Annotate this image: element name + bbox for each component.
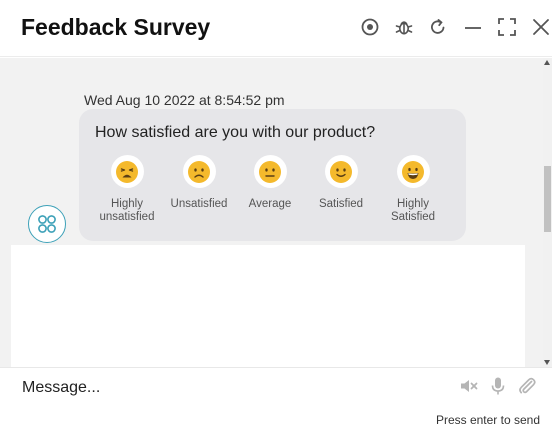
rating-label: Average	[248, 198, 292, 210]
message-composer: Press enter to send	[0, 367, 552, 434]
rating-option-highly-satisfied[interactable]: Highly Satisfied	[377, 155, 449, 224]
bug-icon[interactable]	[394, 17, 414, 37]
microphone-icon[interactable]	[488, 376, 508, 396]
chat-scrollbar[interactable]	[543, 58, 552, 367]
scroll-down-arrow-icon[interactable]	[544, 360, 550, 365]
survey-bubble: How satisfied are you with our product? …	[79, 109, 466, 241]
rating-options: Highly unsatisfied Unsatisfied Average S…	[91, 155, 456, 235]
refresh-icon[interactable]	[428, 17, 448, 37]
neutral-face-icon	[253, 155, 287, 188]
message-input[interactable]	[22, 375, 442, 401]
window-header: Feedback Survey	[0, 0, 552, 57]
window-title: Feedback Survey	[21, 14, 211, 40]
tired-face-icon	[110, 155, 144, 188]
message-area-blank	[11, 245, 525, 367]
bot-avatar-icon	[28, 205, 66, 243]
scroll-thumb[interactable]	[544, 166, 551, 232]
record-icon[interactable]	[360, 17, 380, 37]
rating-option-average[interactable]: Average	[234, 155, 306, 211]
send-hint: Press enter to send	[435, 413, 540, 427]
frowning-face-icon	[182, 155, 216, 188]
mute-icon[interactable]	[459, 376, 479, 396]
paperclip-icon[interactable]	[517, 376, 537, 396]
rating-option-unsatisfied[interactable]: Unsatisfied	[163, 155, 235, 211]
rating-label: Highly unsatisfied	[99, 198, 155, 223]
scroll-up-arrow-icon[interactable]	[544, 60, 550, 65]
survey-question: How satisfied are you with our product?	[95, 124, 376, 141]
expand-icon[interactable]	[497, 17, 517, 37]
rating-label: Satisfied	[318, 198, 364, 210]
chat-area: Wed Aug 10 2022 at 8:54:52 pm How satisf…	[0, 58, 543, 367]
minimize-icon[interactable]	[463, 17, 483, 37]
rating-label: Highly Satisfied	[390, 198, 436, 223]
slightly-smiling-face-icon	[324, 155, 358, 188]
message-timestamp: Wed Aug 10 2022 at 8:54:52 pm	[84, 92, 285, 108]
close-icon[interactable]	[531, 17, 551, 37]
rating-option-highly-unsatisfied[interactable]: Highly unsatisfied	[91, 155, 163, 224]
grinning-face-icon	[396, 155, 430, 188]
rating-label: Unsatisfied	[170, 198, 228, 210]
rating-option-satisfied[interactable]: Satisfied	[305, 155, 377, 211]
